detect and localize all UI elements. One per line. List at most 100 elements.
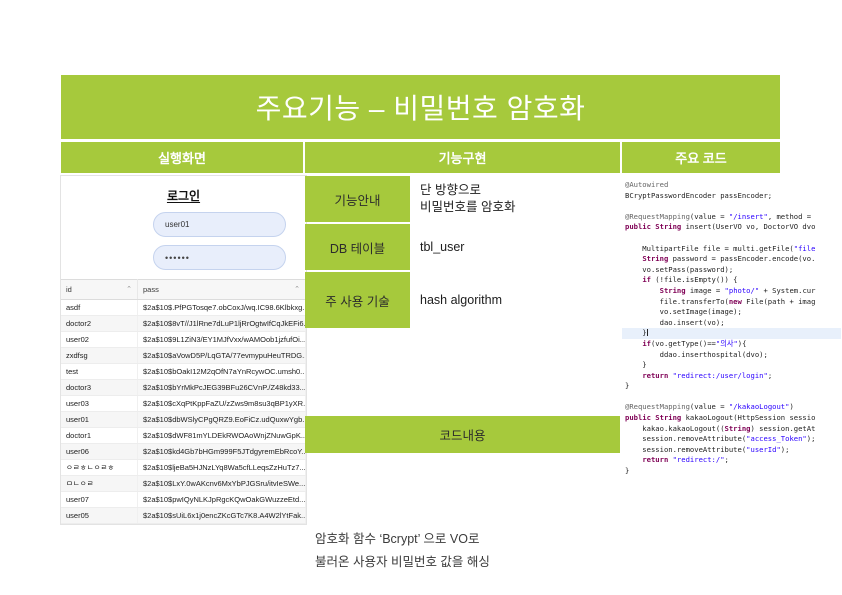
feature-value-main-tech-line1: hash algorithm [420, 292, 502, 307]
table-cell-pass: $2a$10$pwIQyNLKJpRgcKQwOakGWuzzeEtd... [137, 491, 306, 508]
table-row[interactable]: doctor1 $2a$10$dWF81mYLDEkRWOAoWnjZNuwGpK… [61, 427, 306, 444]
table-cell-id: doctor2 [61, 315, 138, 332]
feature-value-db-table-line1: tbl_user [420, 239, 465, 254]
code-line: return "redirect:/user/login"; [642, 370, 773, 380]
code-line: vo.setImage(image); [625, 307, 742, 317]
table-cell-id: user02 [61, 331, 138, 348]
code-line: } [625, 360, 647, 370]
code-line: } [622, 328, 841, 339]
table-cell-id: asdf [61, 299, 138, 316]
table-header-id-label: id [66, 285, 72, 294]
table-row[interactable]: doctor3 $2a$10$bYrMkPcJEG39BFu26CVnP./Z48… [61, 379, 306, 396]
feature-value-guide-line2: 비밀번호를 암호화 [420, 200, 516, 214]
table-row[interactable]: user07 $2a$10$pwIQyNLKJpRgcKQwOakGWuzzeEt… [61, 491, 306, 508]
slide-title-band: 주요기능 – 비밀번호 암호화 [61, 75, 780, 139]
code-line: return "redirect:/"; [642, 455, 729, 465]
code-line: @RequestMapping(value = "/insert", metho… [625, 211, 812, 221]
code-line: if(vo.getType()=="의사"){ [642, 338, 747, 348]
code-line: String image = "photo/" + System.cur [659, 285, 816, 295]
table-cell-id: user06 [61, 443, 138, 460]
code-line: if (!file.isEmpty()) { [642, 275, 738, 285]
table-cell-id: user03 [61, 395, 138, 412]
feature-label-main-tech: 주 사용 기술 [305, 272, 410, 328]
feature-label-guide: 기능안내 [305, 176, 410, 222]
table-row: 주 사용 기술 hash algorithm [305, 272, 620, 328]
table-cell-id: ㅁㄴㅇㄹ [61, 475, 138, 492]
source-code-viewer[interactable]: @Autowired BCryptPasswordEncoder passEnco… [622, 176, 841, 524]
table-cell-pass: $2a$10$kd4Gb7bHGm999F5JTdgyremEbRcoY... [137, 443, 306, 460]
table-cell-id: ㅇㄹㅎㄴㅇㄹㅎ [61, 459, 138, 476]
table-cell-pass: $2a$10$dWF81mYLDEkRWOAoWnjZNuwGpK... [137, 427, 306, 444]
code-line: session.removeAttribute("access_Token"); [625, 434, 816, 444]
code-line: String password = passEncoder.encode(vo. [642, 254, 816, 264]
table-row[interactable]: user05 $2a$10$sUiL6x1j0encZKcGTc7K8.A4W2l… [61, 507, 306, 524]
code-line: } [625, 466, 630, 476]
table-cell-pass: $2a$10$bYrMkPcJEG39BFu26CVnP./Z48kd33... [137, 379, 306, 396]
feature-label-db-table: DB 테이블 [305, 224, 410, 270]
table-header-id[interactable]: id ⌃ [61, 279, 138, 300]
column-header-label: 실행화면 [158, 151, 206, 166]
feature-value-db-table: tbl_user [410, 224, 620, 270]
login-form: 로그인 user01 •••••• [61, 176, 306, 279]
code-line: file.transferTo(new File(path + imag [625, 296, 816, 306]
feature-value-guide: 단 방향으로 비밀번호를 암호화 [410, 176, 620, 222]
table-cell-pass: $2a$10$aVowD5P/LqGTA/77evmypuHeuTRDG... [137, 347, 306, 364]
code-content-band: 코드내용 [305, 416, 620, 453]
table-row[interactable]: asdf $2a$10$.PfPGTosqe7.obCoxJ/wq.IC98.6K… [61, 299, 306, 316]
code-line: MultipartFile file = multi.getFile("file [625, 243, 816, 253]
table-cell-pass: $2a$10$LxY.0wAKcnv6MxYbPJGSru/itvIeSWe..… [137, 475, 306, 492]
code-line: public String kakaoLogout(HttpSession se… [625, 413, 816, 423]
table-row[interactable]: user02 $2a$10$9L1ZiN3/EY1MJfVxx/wAMOob1jz… [61, 331, 306, 348]
login-id-value: user01 [165, 220, 190, 229]
login-password-input[interactable]: •••••• [153, 245, 286, 270]
table-cell-id: user01 [61, 411, 138, 428]
code-line: dao.insert(vo); [625, 317, 725, 327]
table-cell-pass: $2a$10$dbWSlyCPgQRZ9.EoFiCz.udQuxwYgb... [137, 411, 306, 428]
chevron-up-icon[interactable]: ⌃ [126, 285, 132, 293]
table-row[interactable]: user03 $2a$10$cXqPtKppFaZU/zZws9m8su3qBP1… [61, 395, 306, 412]
table-cell-pass: $2a$10$ljeBa5HJNzLYq8Wa5cfLLeqsZzHuTz7..… [137, 459, 306, 476]
column-header-label: 주요 코드 [675, 151, 727, 166]
table-cell-pass: $2a$10$cXqPtKppFaZU/zZws9m8su3qBP1yXR... [137, 395, 306, 412]
table-cell-id: admin1 [61, 523, 138, 524]
slide-canvas: 주요기능 – 비밀번호 암호화 실행화면 기능구현 주요 코드 로그인 user… [61, 75, 841, 569]
table-row[interactable]: user01 $2a$10$dbWSlyCPgQRZ9.EoFiCz.udQuxw… [61, 411, 306, 428]
page-title: 주요기능 – 비밀번호 암호화 [255, 93, 586, 124]
table-row[interactable]: zxdfsg $2a$10$aVowD5P/LqGTA/77evmypuHeuTR… [61, 347, 306, 364]
table-row[interactable]: test $2a$10$bOakI12M2qOfN7aYnRcywOC.umsh0… [61, 363, 306, 380]
table-row[interactable]: user06 $2a$10$kd4Gb7bHGm999F5JTdgyremEbRc… [61, 443, 306, 460]
caption-line-2: 불러온 사용자 비밀번호 값을 해싱 [315, 555, 490, 570]
column-header-main-code: 주요 코드 [622, 142, 780, 173]
column-header-feature-impl: 기능구현 [305, 142, 620, 173]
table-header-pass[interactable]: pass ⌃ [137, 279, 306, 300]
code-line: public String insert(UserVO vo, DoctorVO… [625, 222, 816, 232]
table-row[interactable]: admin1$2a$10$T/LSLM7RSLWtV1auWHL3J./leDj… [61, 523, 306, 524]
table-row: 기능안내 단 방향으로 비밀번호를 암호화 [305, 176, 620, 222]
table-row: DB 테이블 tbl_user [305, 224, 620, 270]
table-cell-id: doctor3 [61, 379, 138, 396]
login-heading: 로그인 [166, 189, 201, 203]
column-header-execution-screen: 실행화면 [61, 142, 303, 173]
table-row[interactable]: doctor2 $2a$10$8vT//J1lRne7dLuP1ljRrOgtwI… [61, 315, 306, 332]
password-table: id ⌃ pass ⌃ asdf $2a$10$.PfPGTosqe7.obCox… [61, 279, 306, 524]
login-id-input[interactable]: user01 [153, 212, 286, 237]
feature-implementation-column: 기능안내 단 방향으로 비밀번호를 암호화 DB 테이블 tbl_user 주 … [305, 176, 620, 569]
code-line: session.removeAttribute("userId"); [625, 444, 790, 454]
table-cell-id: user05 [61, 507, 138, 524]
table-row[interactable]: ㅇㄹㅎㄴㅇㄹㅎ $2a$10$ljeBa5HJNzLYq8Wa5cfLLeqsZz… [61, 459, 306, 476]
table-header-pass-label: pass [143, 285, 159, 294]
table-header-row: id ⌃ pass ⌃ [61, 279, 306, 300]
column-header-label: 기능구현 [438, 151, 487, 166]
table-cell-pass: $2a$10$9L1ZiN3/EY1MJfVxx/wAMOob1jzfufOi.… [137, 331, 306, 348]
chevron-up-icon[interactable]: ⌃ [294, 285, 300, 293]
code-line: } [625, 381, 630, 391]
table-row[interactable]: ㅁㄴㅇㄹ $2a$10$LxY.0wAKcnv6MxYbPJGSru/itvIeS… [61, 475, 306, 492]
login-password-value: •••••• [165, 252, 190, 263]
caption-line-1: 암호화 함수 ‘Bcrypt’ 으로 VO로 [315, 532, 480, 546]
table-cell-id: test [61, 363, 138, 380]
feature-value-main-tech: hash algorithm [410, 272, 620, 328]
execution-screen-image: 로그인 user01 •••••• id ⌃ pass ⌃ asdf $2a$1… [61, 176, 306, 524]
